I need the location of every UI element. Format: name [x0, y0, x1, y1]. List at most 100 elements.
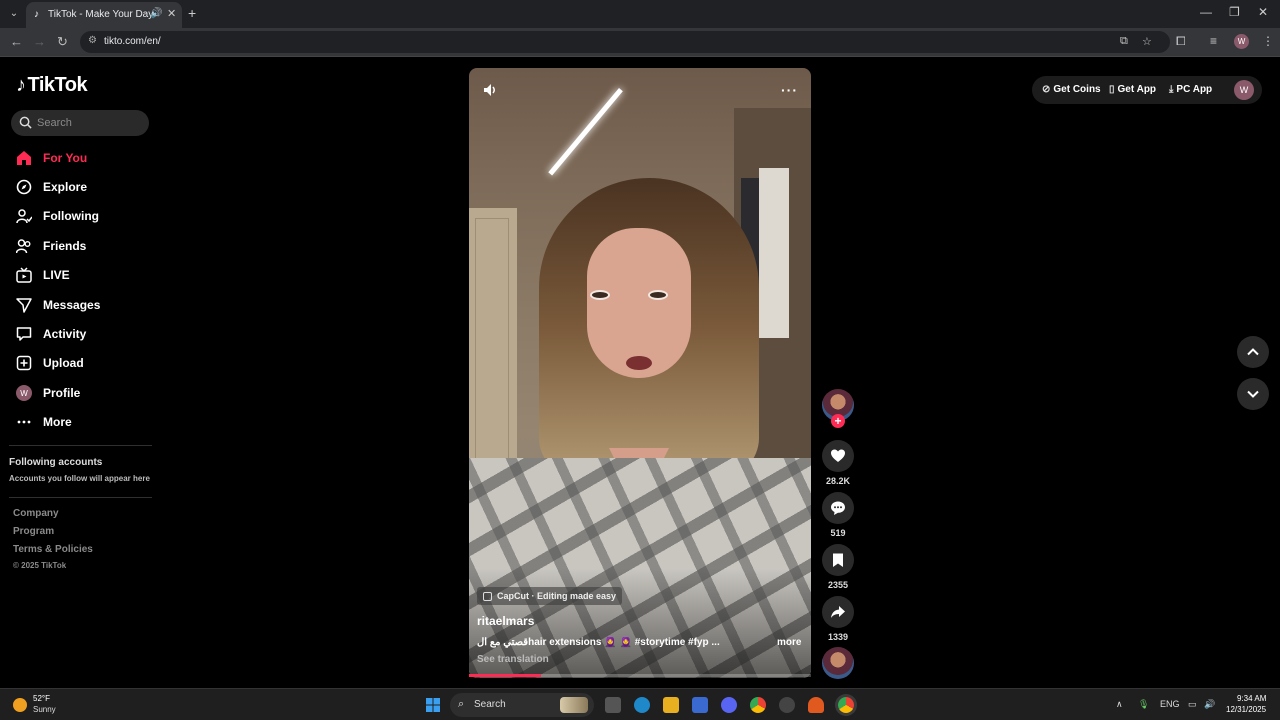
back-icon[interactable]: ← — [10, 34, 23, 49]
previous-video-button[interactable] — [1237, 336, 1269, 368]
upload-icon — [16, 355, 32, 371]
save-button[interactable] — [822, 544, 854, 576]
edge-icon[interactable] — [634, 697, 650, 713]
maximize-icon[interactable]: ❐ — [1229, 5, 1240, 19]
nav-messages[interactable]: Messages — [16, 294, 156, 316]
new-tab-icon[interactable]: + — [188, 5, 196, 21]
taskbar-search[interactable]: ⌕ Search — [450, 693, 594, 717]
extensions-icon[interactable]: ⧠ — [1176, 34, 1186, 49]
nav-for-you[interactable]: For You — [16, 147, 156, 169]
tiktok-note-icon: ♪ — [16, 74, 26, 96]
reload-icon[interactable]: ↻ — [57, 34, 68, 50]
comment-count: 519 — [830, 528, 846, 538]
browser-profile-avatar[interactable]: W — [1234, 34, 1249, 49]
clock-time[interactable]: 9:34 AM — [1237, 694, 1266, 703]
search-bar[interactable] — [11, 110, 149, 136]
tiktok-favicon-icon: ♪ — [34, 9, 39, 20]
minimize-icon[interactable]: — — [1200, 5, 1212, 19]
video-scene — [648, 290, 668, 300]
video-progress-fill — [469, 674, 541, 677]
file-explorer-icon[interactable] — [663, 697, 679, 713]
display-icon[interactable]: ▭ — [1188, 699, 1197, 710]
share-count: 1339 — [827, 632, 849, 642]
get-app-label: Get App — [1117, 84, 1157, 95]
language-indicator[interactable]: ENG — [1160, 699, 1180, 709]
coin-icon: ⊘ — [1042, 84, 1051, 95]
get-coins-label: Get Coins — [1053, 84, 1101, 95]
get-app-button[interactable]: ▯ Get App — [1109, 84, 1156, 95]
next-video-button[interactable] — [1237, 378, 1269, 410]
logo-text: TikTok — [27, 74, 88, 96]
get-coins-button[interactable]: ⊘ Get Coins — [1042, 84, 1101, 95]
weather-temp[interactable]: 52°F — [33, 694, 50, 703]
volume-icon[interactable] — [482, 82, 498, 98]
store-icon[interactable] — [692, 697, 708, 713]
video-author[interactable]: ritaelmars — [477, 614, 534, 628]
mic-tray-icon[interactable]: 🎙 — [1138, 699, 1149, 710]
tab-search-icon[interactable]: ⌄ — [6, 6, 22, 22]
forward-icon[interactable]: → — [33, 34, 46, 49]
copyright: © 2025 TikTok — [13, 561, 67, 570]
video-scene — [548, 88, 623, 176]
share-button[interactable] — [822, 596, 854, 628]
caption-more-link[interactable]: more — [777, 637, 801, 648]
browser-menu-icon[interactable]: ⋮ — [1262, 34, 1274, 48]
video-progress-bar[interactable] — [469, 674, 811, 677]
steam-icon[interactable] — [779, 697, 795, 713]
follow-plus-icon[interactable]: + — [831, 414, 845, 428]
effect-badge[interactable]: CapCut · Editing made easy — [477, 587, 623, 605]
footer-terms-link[interactable]: Terms & Policies — [13, 544, 93, 555]
nav-upload[interactable]: Upload — [16, 352, 156, 374]
tab-close-icon[interactable]: ✕ — [167, 7, 176, 20]
install-app-icon[interactable]: ⧉ — [1120, 35, 1128, 48]
following-accounts-title: Following accounts — [9, 457, 103, 468]
browser-tab-bar: ⌄ ♪ TikTok - Make Your Day 🔊 ✕ + — ❐ ✕ — [0, 0, 1280, 28]
effect-label: CapCut · Editing made easy — [497, 591, 617, 601]
tiktok-logo[interactable]: ♪ TikTok — [16, 74, 88, 97]
nav-friends[interactable]: Friends — [16, 235, 156, 257]
nav-label: Friends — [43, 239, 87, 253]
sound-disc-avatar[interactable] — [822, 647, 854, 679]
pc-app-button[interactable]: ⤓ PC App — [1169, 84, 1212, 95]
nav-activity[interactable]: Activity — [16, 323, 156, 345]
like-button[interactable] — [822, 440, 854, 472]
search-icon: ⌕ — [458, 698, 465, 710]
microphone-app-icon[interactable] — [808, 697, 824, 713]
nav-explore[interactable]: Explore — [16, 176, 156, 198]
sidebar-divider — [9, 497, 152, 498]
footer-company-link[interactable]: Company — [13, 508, 59, 519]
site-info-icon[interactable]: ⚙ — [88, 35, 97, 46]
nav-label: Profile — [43, 386, 81, 400]
user-avatar[interactable]: W — [1234, 80, 1254, 100]
media-control-icon[interactable]: ≡ — [1210, 34, 1217, 48]
discord-icon[interactable] — [721, 697, 737, 713]
url-bar[interactable]: ⚙ tikto.com/en/ ⧉ ☆ — [80, 31, 1170, 53]
tab-audio-icon[interactable]: 🔊 — [150, 8, 162, 19]
comment-button[interactable] — [822, 492, 854, 524]
window-close-icon[interactable]: ✕ — [1258, 5, 1268, 19]
speaker-icon[interactable]: 🔊 — [1204, 699, 1215, 710]
windows-start-icon[interactable] — [426, 698, 440, 712]
nav-more[interactable]: More — [16, 411, 156, 433]
video-options-icon[interactable]: ··· — [781, 83, 798, 97]
nav-following[interactable]: Following — [16, 205, 156, 227]
sun-icon[interactable] — [13, 698, 27, 712]
chrome-icon[interactable] — [750, 697, 766, 713]
footer-program-link[interactable]: Program — [13, 526, 54, 537]
video-scene — [626, 356, 652, 370]
nav-label: For You — [43, 151, 88, 165]
nav-profile[interactable]: W Profile — [16, 382, 156, 404]
search-input[interactable] — [37, 114, 145, 132]
see-translation-link[interactable]: See translation — [477, 654, 549, 665]
nav-live[interactable]: LIVE — [16, 264, 156, 286]
task-view-icon[interactable] — [605, 697, 621, 713]
search-icon — [19, 116, 32, 129]
video-scene — [759, 168, 789, 338]
weather-condition[interactable]: Sunny — [33, 705, 56, 714]
video-scene — [590, 290, 610, 300]
chrome-active-icon[interactable] — [838, 697, 854, 713]
browser-tab[interactable]: ♪ TikTok - Make Your Day 🔊 ✕ — [26, 2, 182, 28]
bookmark-star-icon[interactable]: ☆ — [1142, 35, 1152, 48]
tray-overflow-icon[interactable]: ∧ — [1116, 699, 1123, 710]
clock-date[interactable]: 12/31/2025 — [1226, 705, 1266, 714]
